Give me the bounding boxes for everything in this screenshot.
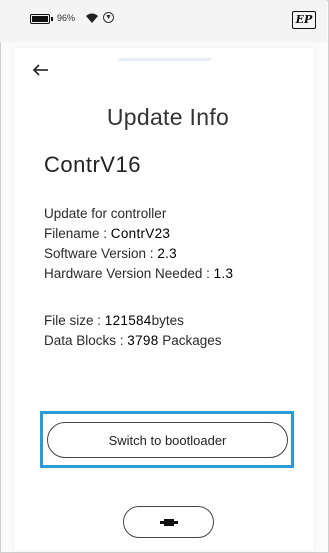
hardware-version-line: Hardware Version Needed : 1.3 <box>44 266 233 281</box>
data-blocks-label: Data Blocks : <box>44 333 128 348</box>
connect-button[interactable] <box>123 506 214 538</box>
data-blocks-line: Data Blocks : 3798 Packages <box>44 333 222 348</box>
wifi-icon <box>86 13 98 23</box>
page-title: Update Info <box>106 104 230 130</box>
ep-logo: EP <box>292 11 316 29</box>
file-size-label: File size : <box>44 313 105 328</box>
file-size-line: File size : 121584bytes <box>44 313 184 328</box>
connector-icon <box>160 519 178 526</box>
update-for-text: Update for controller <box>44 206 167 221</box>
back-arrow-icon[interactable] <box>32 63 50 77</box>
data-saver-icon: ▼ <box>103 12 114 23</box>
data-blocks-value: 3798 <box>127 333 159 348</box>
status-bar: 96% ▼ EP <box>0 0 327 42</box>
software-version-label: Software Version : <box>44 246 158 261</box>
software-version-value: 2.3 <box>157 246 177 261</box>
hardware-version-label: Hardware Version Needed : <box>44 266 214 281</box>
switch-to-bootloader-button[interactable]: Switch to bootloader <box>47 422 288 458</box>
file-size-unit: bytes <box>151 313 184 328</box>
hardware-version-value: 1.3 <box>213 266 234 281</box>
software-version-line: Software Version : 2.3 <box>44 246 177 261</box>
file-size-value: 121584 <box>104 313 152 328</box>
battery-icon <box>30 14 53 24</box>
filename-line: Filename : ContrV23 <box>44 226 170 241</box>
battery-percent: 96% <box>57 13 76 23</box>
data-blocks-unit: Packages <box>158 333 222 348</box>
drag-handle <box>118 58 211 61</box>
filename-label: Filename : <box>44 226 111 241</box>
filename-value: ContrV23 <box>110 226 171 241</box>
device-name: ContrV16 <box>44 152 141 177</box>
